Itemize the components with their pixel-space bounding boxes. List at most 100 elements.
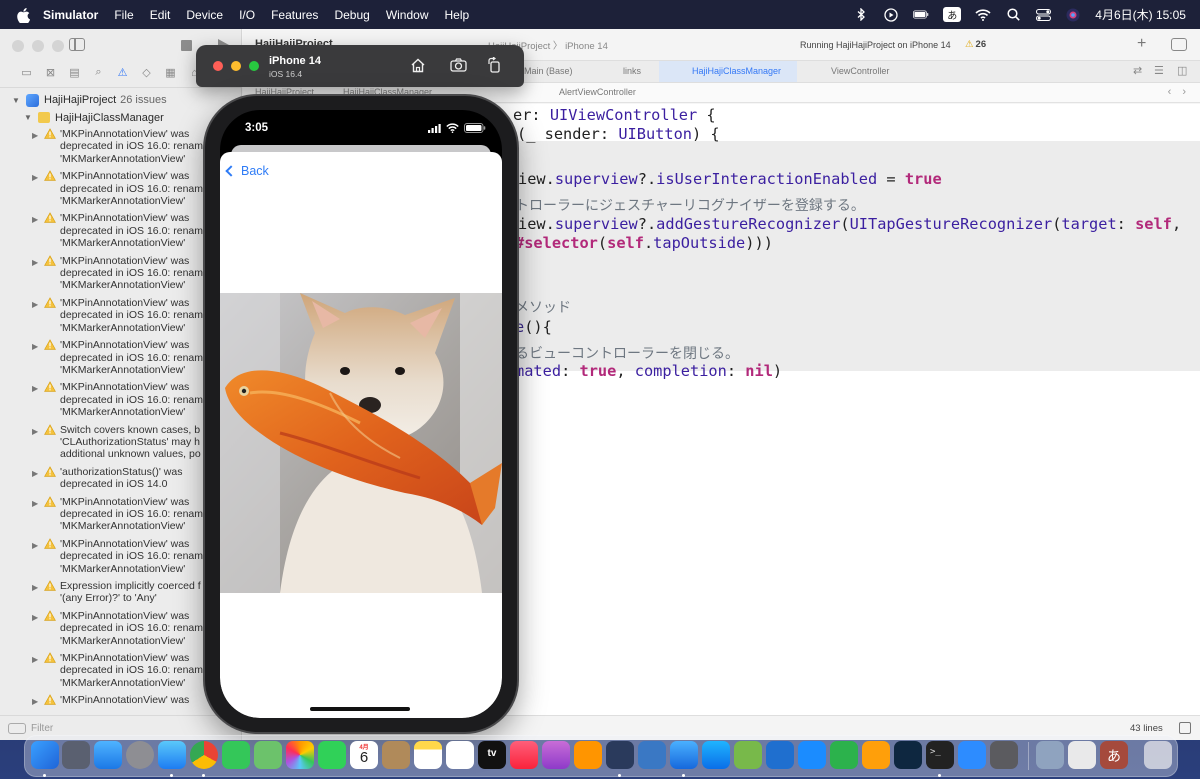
music-icon[interactable]	[510, 741, 538, 769]
battery-icon[interactable]	[913, 8, 929, 22]
numbers-icon[interactable]	[830, 741, 858, 769]
jump-file[interactable]: AlertViewController	[559, 87, 636, 97]
editor-options-icon[interactable]: ☰	[1154, 64, 1164, 77]
folder-icon[interactable]: ▭	[20, 66, 33, 79]
screenshot-icon[interactable]	[449, 56, 467, 74]
close-window-button[interactable]	[12, 40, 24, 52]
podcasts-icon[interactable]	[542, 741, 570, 769]
tab-links[interactable]: links	[623, 66, 641, 76]
play-circle-icon[interactable]	[883, 7, 899, 22]
terminal-icon[interactable]: >_	[926, 741, 954, 769]
back-button[interactable]: Back	[225, 164, 269, 178]
photos-icon[interactable]	[286, 741, 314, 769]
calendar-icon[interactable]: 4月 6	[350, 741, 378, 769]
issue-group-row[interactable]: ▼ HajiHajiClassManager	[0, 109, 242, 126]
vscode-icon[interactable]	[766, 741, 794, 769]
spotlight-search-icon[interactable]	[1005, 8, 1021, 22]
menu-debug[interactable]: Debug	[334, 8, 369, 22]
tab-hajihajiclassmanager[interactable]: HajiHajiClassManager	[692, 66, 781, 76]
chevron-right-icon[interactable]: ▶	[32, 468, 38, 480]
chevron-right-icon[interactable]: ▶	[32, 172, 38, 184]
zoom-window-button[interactable]	[52, 40, 64, 52]
reminders-icon[interactable]	[446, 741, 474, 769]
chevron-right-icon[interactable]: ▶	[32, 130, 38, 142]
facetime-icon[interactable]	[318, 741, 346, 769]
zoom-icon[interactable]	[958, 741, 986, 769]
books-icon[interactable]	[574, 741, 602, 769]
chevron-right-icon[interactable]: ▶	[32, 341, 38, 353]
beta-app-icon[interactable]	[894, 741, 922, 769]
chevron-down-icon[interactable]: ▼	[24, 113, 32, 122]
issue-row[interactable]: ▶ 'MKPinAnnotationView' was	[0, 692, 242, 709]
rotate-icon[interactable]	[485, 56, 503, 74]
menu-app-simulator[interactable]: Simulator	[43, 8, 98, 22]
keynote-icon[interactable]	[798, 741, 826, 769]
chevron-right-icon[interactable]: ▶	[32, 540, 38, 552]
home-icon[interactable]	[409, 56, 427, 74]
notes-icon[interactable]	[414, 741, 442, 769]
zoom-window-button[interactable]	[249, 61, 259, 71]
home-indicator[interactable]	[310, 707, 410, 711]
chevron-right-icon[interactable]: ▶	[32, 257, 38, 269]
wifi-icon[interactable]	[975, 8, 991, 22]
tab-viewcontroller[interactable]: ViewController	[831, 66, 889, 76]
split-editor-icon[interactable]: ◫	[1177, 64, 1187, 77]
minimize-window-button[interactable]	[32, 40, 44, 52]
menu-edit[interactable]: Edit	[150, 8, 171, 22]
apple-icon[interactable]	[17, 7, 31, 24]
dictionary-icon[interactable]: あ	[1100, 741, 1128, 769]
contacts-icon[interactable]	[382, 741, 410, 769]
instruments-icon[interactable]	[638, 741, 666, 769]
messages-icon[interactable]	[222, 741, 250, 769]
inspector-toggle-icon[interactable]	[1171, 38, 1187, 51]
control-center-icon[interactable]	[1035, 8, 1051, 22]
close-window-button[interactable]	[213, 61, 223, 71]
apple-tv-icon[interactable]: tv	[478, 741, 506, 769]
bluetooth-icon[interactable]	[853, 8, 869, 22]
finder-icon[interactable]	[31, 741, 59, 769]
swap-icon[interactable]: ⇄	[1133, 64, 1142, 77]
warning-count-badge[interactable]: 26	[965, 39, 987, 50]
trash-icon[interactable]	[1144, 741, 1172, 769]
symbol-icon[interactable]: ▤	[68, 66, 81, 79]
iphone-screen[interactable]: 3:05 Back	[220, 110, 502, 718]
numbers-sheet-icon[interactable]	[734, 741, 762, 769]
minimize-window-button[interactable]	[231, 61, 241, 71]
chevron-right-icon[interactable]: ▶	[32, 696, 38, 708]
chevron-right-icon[interactable]: ▶	[32, 612, 38, 624]
menu-io[interactable]: I/O	[239, 8, 255, 22]
menu-window[interactable]: Window	[386, 8, 429, 22]
test-icon[interactable]: ◇	[140, 66, 153, 79]
issue-root-row[interactable]: ▼ HajiHajiProject 26 issues	[0, 91, 242, 109]
pages-icon[interactable]	[862, 741, 890, 769]
chevron-right-icon[interactable]: ▶	[32, 299, 38, 311]
preview-icon[interactable]	[1036, 741, 1064, 769]
textedit-icon[interactable]	[1068, 741, 1096, 769]
source-control-icon[interactable]: ⊠	[44, 66, 57, 79]
menu-clock[interactable]: 4月6日(木) 15:05	[1095, 6, 1186, 23]
debug-icon[interactable]: ▦	[164, 66, 177, 79]
menu-file[interactable]: File	[114, 8, 133, 22]
chevron-right-icon[interactable]: ▶	[32, 654, 38, 666]
simulator-icon[interactable]	[670, 741, 698, 769]
find-icon[interactable]: ⌕	[92, 66, 105, 79]
stop-button[interactable]	[181, 40, 192, 51]
chevron-right-icon[interactable]: ▶	[32, 214, 38, 226]
chevron-down-icon[interactable]: ▼	[12, 96, 20, 105]
mail-icon[interactable]	[94, 741, 122, 769]
issue-navigator-icon[interactable]: ⚠	[116, 66, 129, 79]
app-store-icon[interactable]	[702, 741, 730, 769]
chrome-icon[interactable]	[190, 741, 218, 769]
input-method-indicator[interactable]: あ	[943, 7, 962, 22]
debug-area-toggle-icon[interactable]	[1179, 722, 1191, 734]
launchpad-icon[interactable]	[62, 741, 90, 769]
menu-device[interactable]: Device	[186, 8, 223, 22]
menu-help[interactable]: Help	[445, 8, 470, 22]
chevron-right-icon[interactable]: ▶	[32, 498, 38, 510]
filter-icon[interactable]	[8, 722, 26, 734]
filter-input[interactable]: Filter	[31, 723, 53, 734]
chevron-right-icon[interactable]: ▶	[32, 383, 38, 395]
calculator-icon[interactable]	[990, 741, 1018, 769]
chevron-right-icon[interactable]: ▶	[32, 582, 38, 594]
siri-icon[interactable]	[1065, 8, 1081, 22]
